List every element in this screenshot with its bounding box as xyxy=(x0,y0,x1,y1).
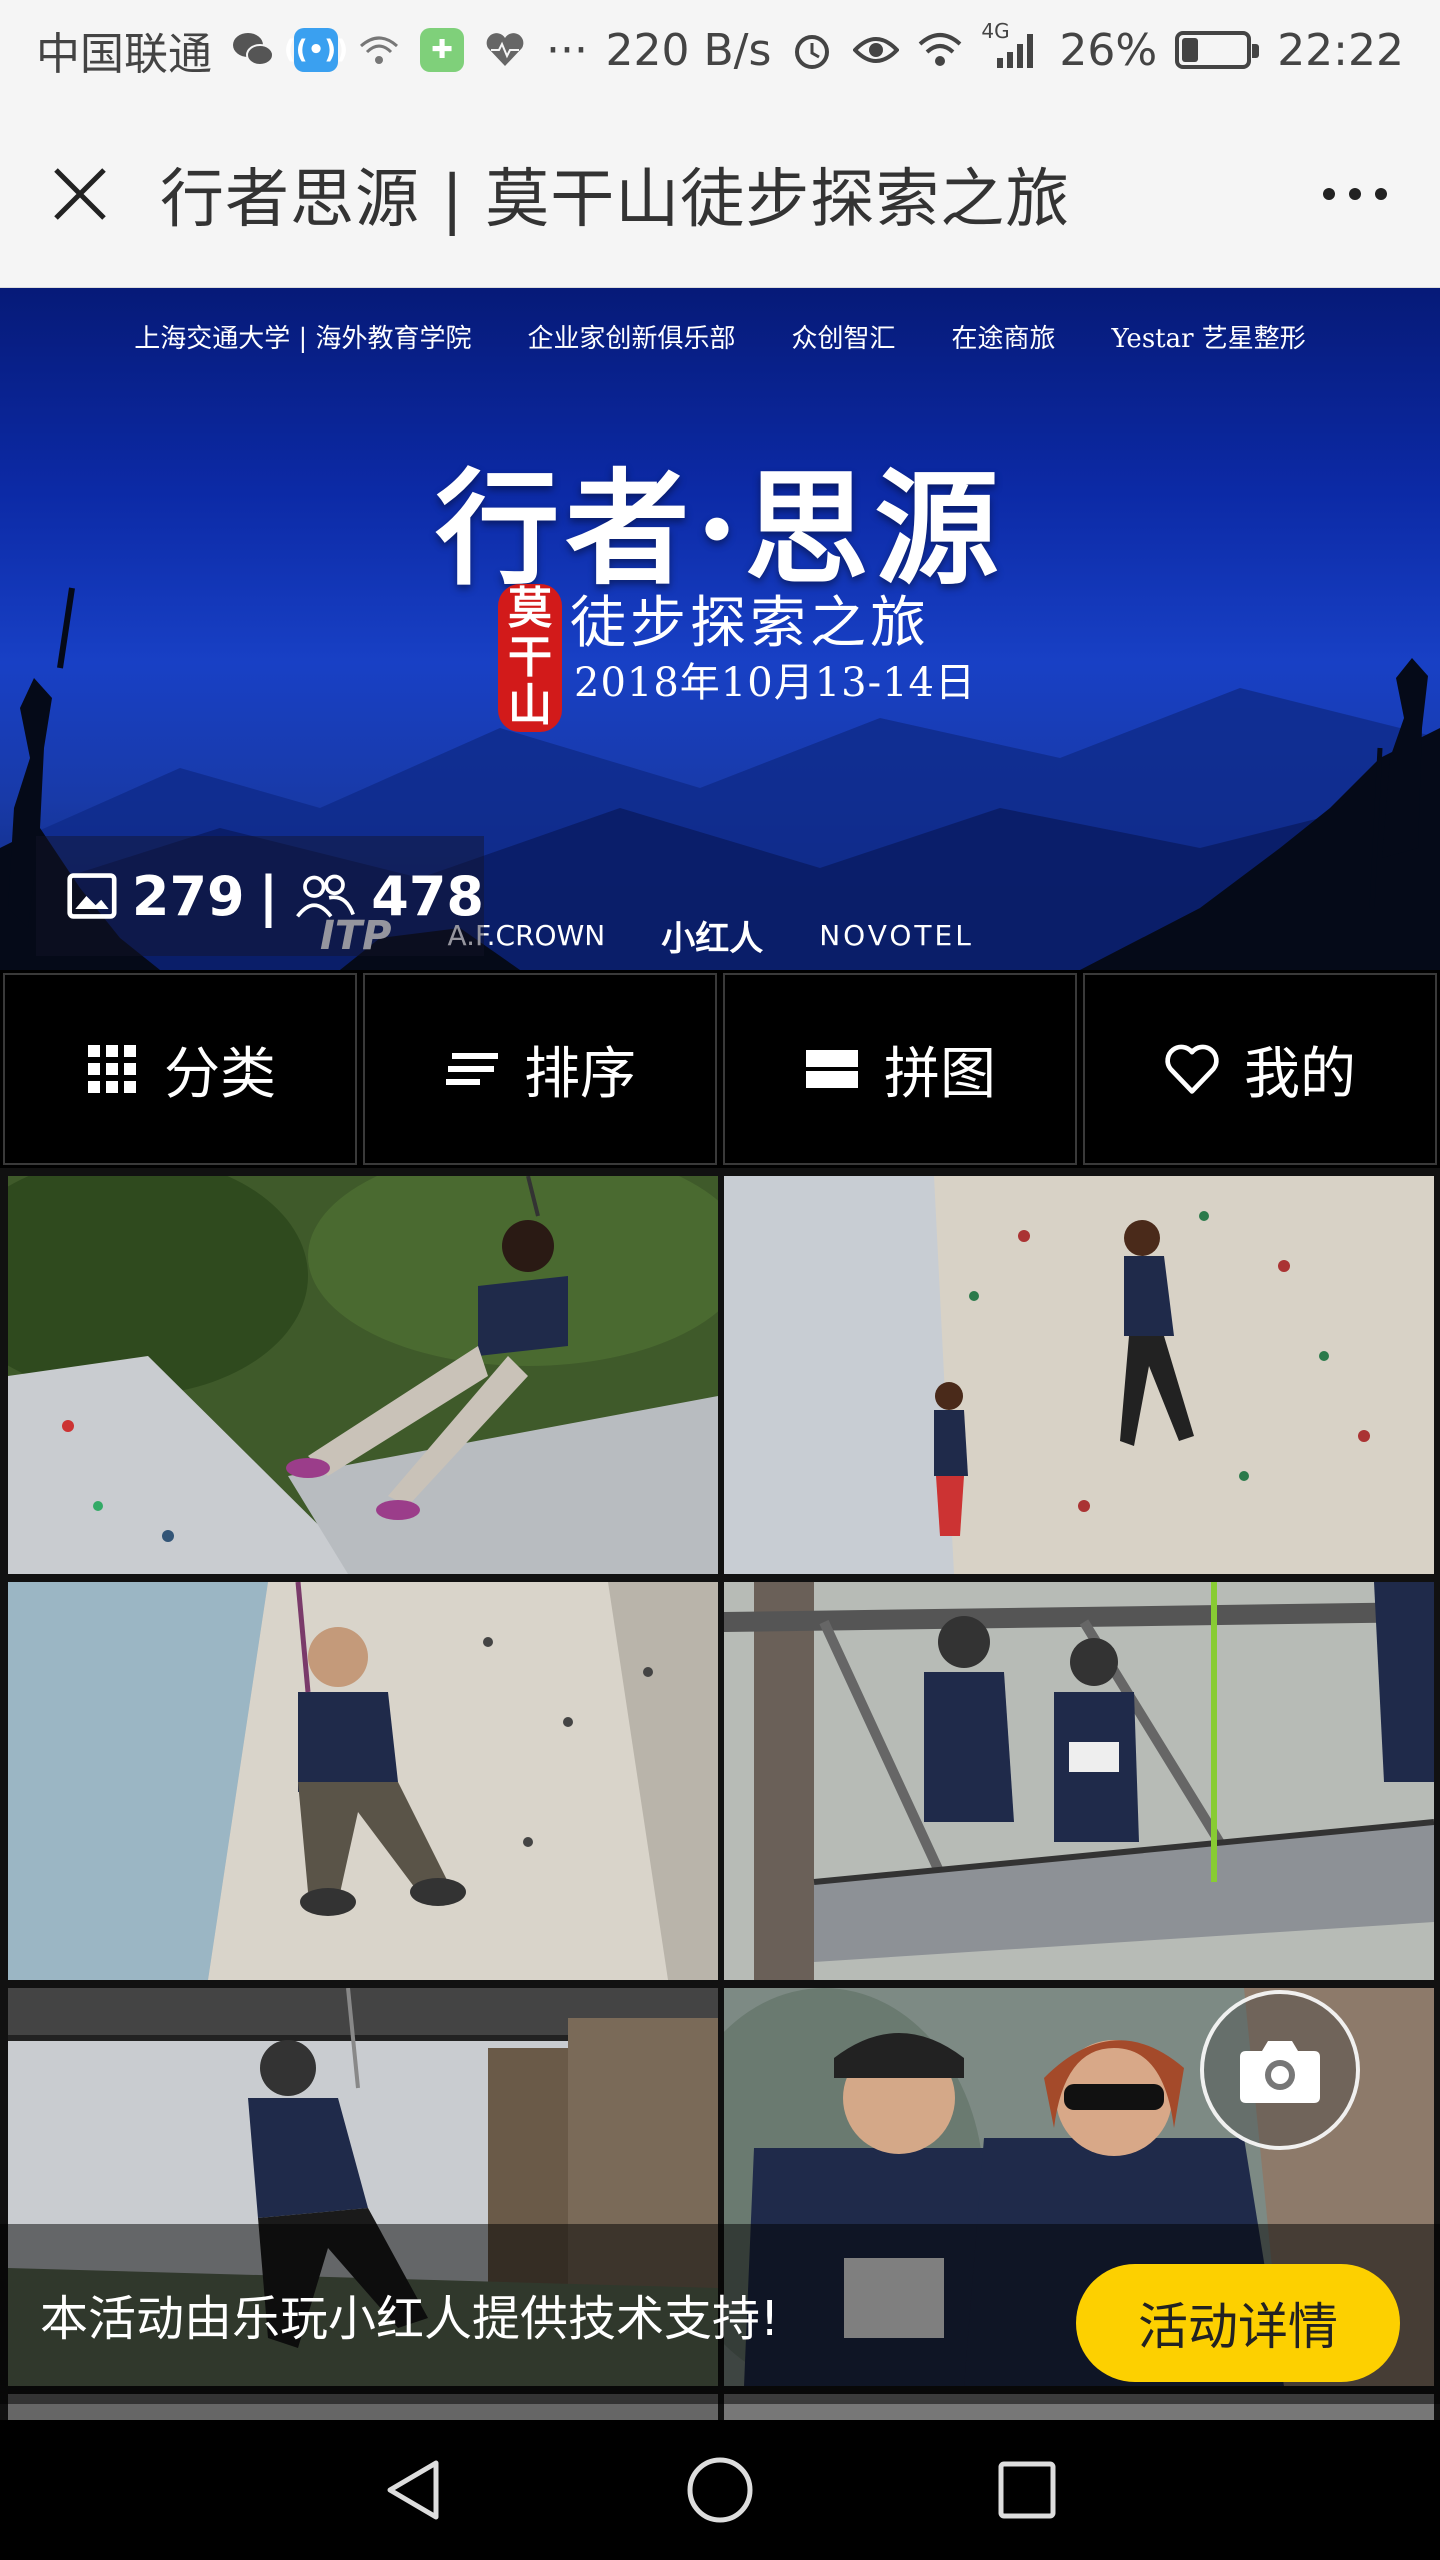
more-dot-icon xyxy=(1323,187,1335,200)
close-button[interactable] xyxy=(0,100,160,288)
home-circle-icon xyxy=(687,2457,753,2523)
sort-button[interactable]: 排序 xyxy=(363,973,717,1165)
network-type: 4G xyxy=(981,19,1010,43)
collage-button[interactable]: 拼图 xyxy=(723,973,1077,1165)
navigation-bar xyxy=(0,2420,1440,2560)
heart-icon xyxy=(1164,1041,1220,1097)
seal-char: 干 xyxy=(508,631,552,683)
back-triangle-icon xyxy=(387,2460,439,2520)
battery-percent: 26% xyxy=(1059,24,1158,76)
mine-button[interactable]: 我的 xyxy=(1083,973,1437,1165)
stats-box: 279 | 478 xyxy=(36,836,484,956)
event-banner: 上海交通大学 | 海外教育学院 企业家创新俱乐部 众创智汇 在途商旅 Yesta… xyxy=(0,288,1440,970)
category-button[interactable]: 分类 xyxy=(3,973,357,1165)
sort-icon xyxy=(444,1041,500,1097)
photo-thumbnail[interactable] xyxy=(8,1582,718,1980)
battery-icon xyxy=(1175,31,1260,69)
camera-upload-button[interactable] xyxy=(1200,1990,1360,2150)
banner-subtitle: 徒步探索之旅 xyxy=(570,591,930,656)
camera-icon xyxy=(1240,2041,1320,2103)
app-notification-icon: ((•)) xyxy=(284,28,348,72)
shield-app-icon: ✚ xyxy=(420,28,464,72)
status-bar: 中国联通 ((•)) ✚ ··· 220 B/s 4G 26% 22:22 xyxy=(0,0,1440,100)
visitor-count: 478 xyxy=(371,864,484,928)
tool-label: 我的 xyxy=(1244,1041,1356,1107)
page-title: 行者思源 | 莫干山徒步探索之旅 xyxy=(160,162,1071,237)
activity-details-button[interactable]: 活动详情 xyxy=(1076,2264,1400,2382)
close-icon[interactable] xyxy=(50,164,110,224)
sponsor-logo: 企业家创新俱乐部 xyxy=(527,324,736,354)
carrier-name: 中国联通 xyxy=(36,29,212,80)
recents-square-icon xyxy=(998,2461,1056,2519)
recents-button[interactable] xyxy=(967,2430,1087,2550)
more-dot-icon xyxy=(1349,187,1361,200)
home-button[interactable] xyxy=(660,2430,780,2550)
more-notifications-icon: ··· xyxy=(546,24,588,76)
collage-icon xyxy=(804,1041,860,1097)
red-seal: 莫 干 山 xyxy=(498,584,562,732)
title-bar: 行者思源 | 莫干山徒步探索之旅 xyxy=(0,100,1440,288)
network-speed: 220 B/s xyxy=(605,24,772,76)
people-icon xyxy=(296,874,356,918)
toolbar: 分类 排序 拼图 我的 xyxy=(0,970,1440,1168)
more-dot-icon xyxy=(1375,187,1387,200)
image-icon xyxy=(67,873,117,919)
sponsor-logo: 众创智汇 xyxy=(791,324,896,354)
tool-label: 排序 xyxy=(524,1041,636,1107)
support-text: 本活动由乐玩小红人提供技术支持! xyxy=(40,2291,780,2347)
grid-icon xyxy=(84,1041,140,1097)
cell-signal-icon: 4G xyxy=(981,19,1041,73)
back-button[interactable] xyxy=(353,2430,473,2550)
seal-char: 山 xyxy=(508,680,552,732)
photo-count: 279 xyxy=(131,864,245,928)
sponsor-logo: 小红人 xyxy=(661,919,764,959)
seal-char: 莫 xyxy=(508,583,552,635)
tool-label: 拼图 xyxy=(884,1041,996,1107)
more-options-button[interactable] xyxy=(1270,100,1440,288)
photo-thumbnail[interactable] xyxy=(724,1176,1434,1574)
wifi-hotspot-icon xyxy=(356,27,402,73)
wifi-icon xyxy=(917,27,963,73)
stats-separator: | xyxy=(258,864,279,928)
banner-date: 2018年10月13-14日 xyxy=(574,660,977,706)
photo-thumbnail[interactable] xyxy=(8,1176,718,1574)
wechat-icon xyxy=(230,27,276,73)
clock: 22:22 xyxy=(1277,24,1404,76)
sponsor-logo: 在途商旅 xyxy=(951,324,1056,354)
alarm-icon xyxy=(789,27,835,73)
sponsor-logo: Yestar 艺星整形 xyxy=(1111,324,1306,354)
sponsor-logos-top: 上海交通大学 | 海外教育学院 企业家创新俱乐部 众创智汇 在途商旅 Yesta… xyxy=(0,318,1440,355)
sponsor-logo: 上海交通大学 | 海外教育学院 xyxy=(134,324,472,354)
tool-label: 分类 xyxy=(164,1041,276,1107)
sponsor-logo: NOVOTEL xyxy=(819,919,974,952)
health-icon xyxy=(482,27,528,73)
eye-comfort-icon xyxy=(853,27,900,73)
photo-thumbnail[interactable] xyxy=(724,1582,1434,1980)
